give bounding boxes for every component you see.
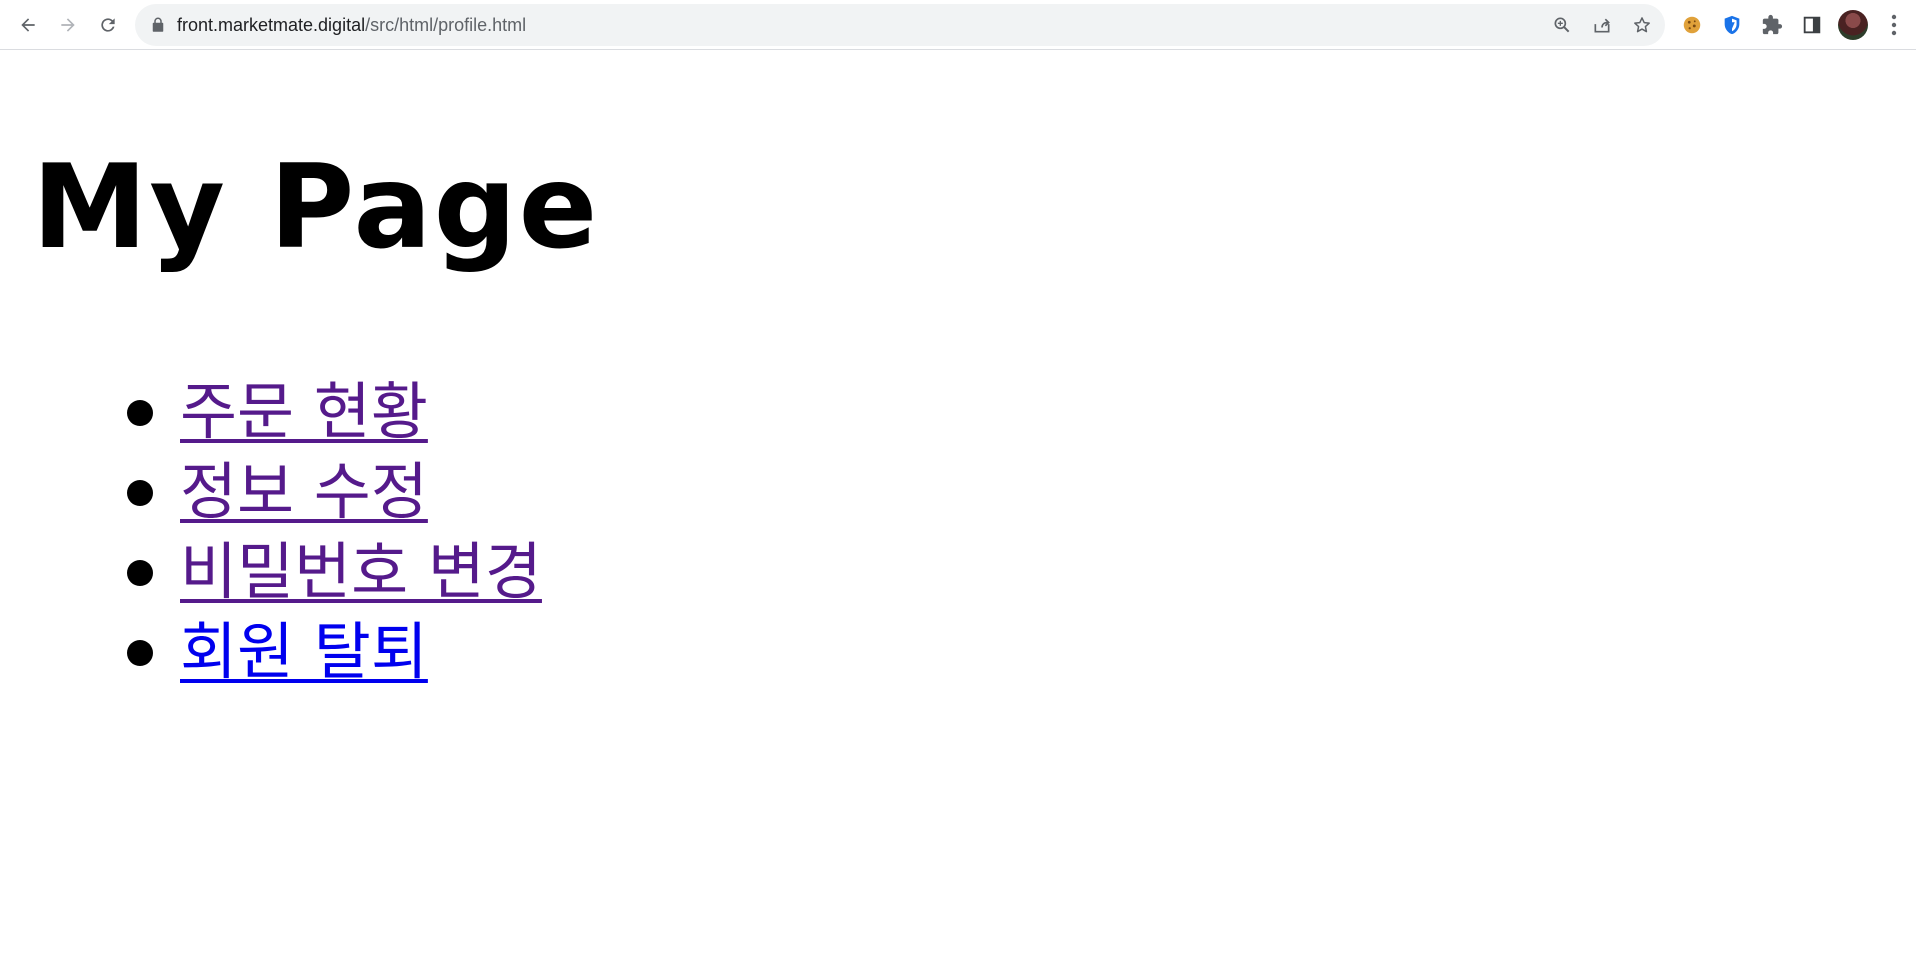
cookie-extension-button[interactable] (1675, 8, 1709, 42)
bookmark-button[interactable] (1630, 13, 1654, 37)
url-text[interactable]: front.marketmate.digital/src/html/profil… (177, 4, 526, 46)
arrow-left-icon (21, 18, 35, 32)
forward-button[interactable] (50, 7, 86, 43)
order-status-link[interactable]: 주문 현황 (180, 375, 428, 448)
list-item: 비밀번호 변경 (0, 532, 542, 612)
bullet-icon (127, 400, 153, 426)
avatar[interactable] (1838, 10, 1868, 40)
list-item: 정보 수정 (0, 452, 542, 532)
reload-button[interactable] (90, 7, 126, 43)
bullet-icon (127, 480, 153, 506)
zoom-button[interactable] (1550, 13, 1574, 37)
puzzle-extensions-icon (1762, 14, 1783, 35)
kebab-menu-icon (1891, 14, 1897, 36)
lock-icon[interactable] (149, 16, 167, 34)
bullet-icon (127, 640, 153, 666)
address-bar[interactable]: front.marketmate.digital/src/html/profil… (135, 4, 1665, 46)
bullet-icon (127, 560, 153, 586)
edit-info-link[interactable]: 정보 수정 (180, 455, 428, 528)
url-host: front.marketmate.digital (177, 15, 366, 35)
side-panel-icon (1803, 16, 1821, 34)
share-icon (1594, 18, 1610, 33)
extensions-button[interactable] (1755, 8, 1789, 42)
change-password-link[interactable]: 비밀번호 변경 (180, 535, 542, 608)
menu-button[interactable] (1882, 10, 1906, 40)
page-title: My Page (32, 140, 600, 275)
reload-icon (101, 18, 115, 32)
shield-extension-button[interactable] (1715, 8, 1749, 42)
list-item: 주문 현황 (0, 372, 542, 452)
url-path: /src/html/profile.html (365, 15, 527, 35)
back-button[interactable] (10, 7, 46, 43)
share-button[interactable] (1590, 13, 1614, 37)
browser-toolbar: front.marketmate.digital/src/html/profil… (0, 0, 1916, 50)
star-icon (1634, 17, 1650, 33)
cookie-extension-icon (1683, 16, 1701, 34)
withdraw-membership-link[interactable]: 회원 탈퇴 (180, 615, 428, 688)
shield-extension-icon (1724, 15, 1740, 35)
list-item: 회원 탈퇴 (0, 612, 542, 692)
zoom-icon (1554, 17, 1570, 33)
profile-menu-list: 주문 현황 정보 수정 비밀번호 변경 회원 탈퇴 (0, 372, 542, 692)
arrow-right-icon (61, 18, 75, 32)
side-panel-button[interactable] (1795, 8, 1829, 42)
